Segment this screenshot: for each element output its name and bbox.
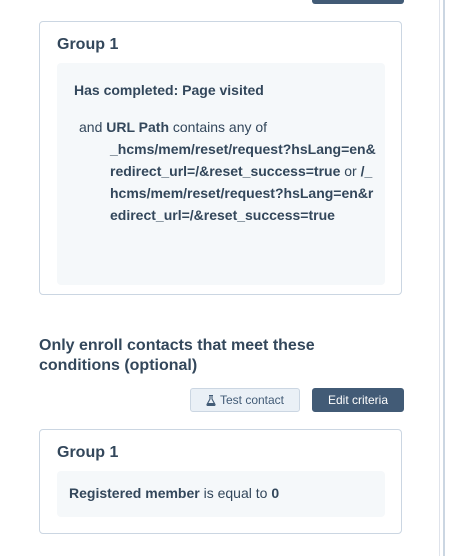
- edit-criteria-label: Edit criteria: [327, 393, 389, 407]
- filter-values: _hcms/mem/reset/request?hsLang=en&redire…: [110, 138, 380, 226]
- test-contact-label: Test contact: [219, 393, 285, 407]
- test-contact-button[interactable]: Test contact: [190, 388, 300, 412]
- edit-criteria-button[interactable]: Edit criteria: [312, 388, 404, 412]
- scrollbar-thumb[interactable]: [443, 0, 445, 556]
- enrollment-criteria-panel: Group 1 Has completed: Page visited and …: [0, 0, 450, 556]
- filter-property: URL Path: [106, 119, 169, 135]
- trigger-group-card: Group 1 Has completed: Page visited and …: [39, 21, 402, 295]
- and-connector: and: [79, 119, 103, 135]
- criteria-operator: is equal to: [203, 485, 268, 501]
- filter-box: Has completed: Page visited and URL Path…: [57, 63, 385, 285]
- criteria-line: Registered member is equal to 0: [69, 485, 279, 501]
- filter-condition-line: and URL Path contains any of: [79, 116, 267, 138]
- scrollbar[interactable]: [439, 0, 450, 556]
- or-connector: or: [344, 163, 357, 179]
- filter-operator: contains any of: [172, 119, 268, 135]
- group-title: Group 1: [57, 36, 119, 53]
- enroll-conditions-heading: Only enroll contacts that meet these con…: [39, 337, 315, 374]
- criteria-property: Registered member: [69, 485, 200, 501]
- filter-value-1: _hcms/mem/reset/request?hsLang=en&redire…: [110, 141, 376, 179]
- filter-heading: Has completed: Page visited: [74, 82, 264, 98]
- group-title: Group 1: [57, 444, 119, 461]
- criteria-value: 0: [271, 485, 280, 501]
- enroll-group-card: Group 1 Registered member is equal to 0: [39, 429, 402, 534]
- cut-off-button[interactable]: [312, 0, 404, 4]
- filter-box: Registered member is equal to 0: [57, 471, 385, 517]
- flask-icon: [206, 394, 216, 406]
